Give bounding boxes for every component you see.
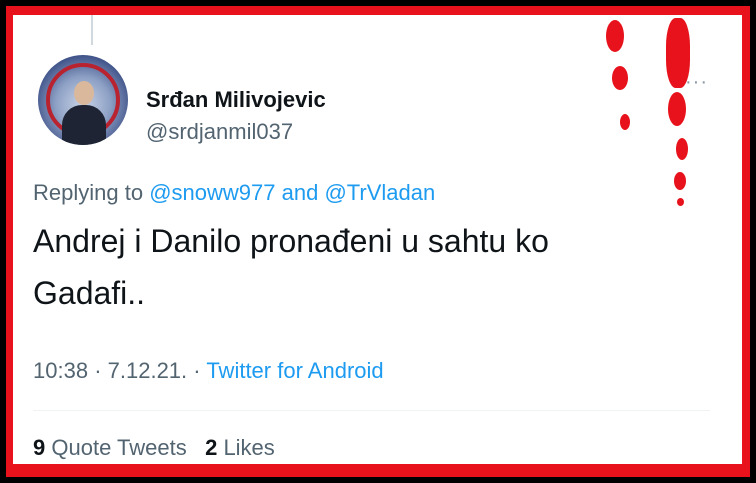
avatar-head — [74, 81, 94, 105]
drip-decoration — [612, 66, 628, 90]
drip-decoration — [668, 92, 686, 126]
tweet-card: Srđan Milivojevic @srdjanmil037 ··· Repl… — [13, 15, 742, 464]
drip-decoration — [676, 138, 688, 160]
meta-separator: · — [94, 358, 102, 383]
reply-mention-trvladan[interactable]: @TrVladan — [324, 180, 435, 205]
reply-and: and — [281, 180, 319, 205]
drip-decoration — [674, 172, 686, 190]
tweet-date[interactable]: 7.12.21. — [108, 358, 188, 383]
avatar-suit — [62, 105, 106, 145]
reply-prefix: Replying to — [33, 180, 144, 205]
drip-decoration — [620, 114, 630, 130]
drip-decoration — [677, 198, 684, 206]
quote-tweets-stat[interactable]: 9 Quote Tweets — [33, 435, 187, 460]
avatar[interactable] — [38, 55, 128, 145]
divider — [33, 410, 710, 411]
reply-mention-snoww977[interactable]: @snoww977 — [149, 180, 275, 205]
replying-to: Replying to @snoww977 and @TrVladan — [33, 180, 435, 206]
author-name[interactable]: Srđan Milivojevic — [146, 87, 326, 113]
quote-label: Quote Tweets — [51, 435, 187, 460]
tweet-text-line-2: Gadafi.. — [33, 275, 146, 311]
like-count: 2 — [205, 435, 218, 460]
tweet-text: Andrej i Danilo pronađeni u sahtu ko Gad… — [33, 215, 653, 319]
tweet-source-link[interactable]: Twitter for Android — [206, 358, 383, 383]
drip-decoration — [606, 20, 624, 52]
tweet-time[interactable]: 10:38 — [33, 358, 88, 383]
thread-line — [91, 15, 93, 45]
tweet-meta: 10:38 · 7.12.21. · Twitter for Android — [33, 358, 384, 384]
drip-decoration — [666, 18, 690, 88]
like-label: Likes — [223, 435, 275, 460]
meta-separator-2: · — [193, 358, 201, 383]
likes-stat[interactable]: 2 Likes — [205, 435, 275, 460]
quote-count: 9 — [33, 435, 46, 460]
tweet-stats: 9 Quote Tweets 2 Likes — [33, 435, 275, 461]
author-handle[interactable]: @srdjanmil037 — [146, 119, 293, 145]
tweet-text-line-1: Andrej i Danilo pronađeni u sahtu ko — [33, 223, 549, 259]
